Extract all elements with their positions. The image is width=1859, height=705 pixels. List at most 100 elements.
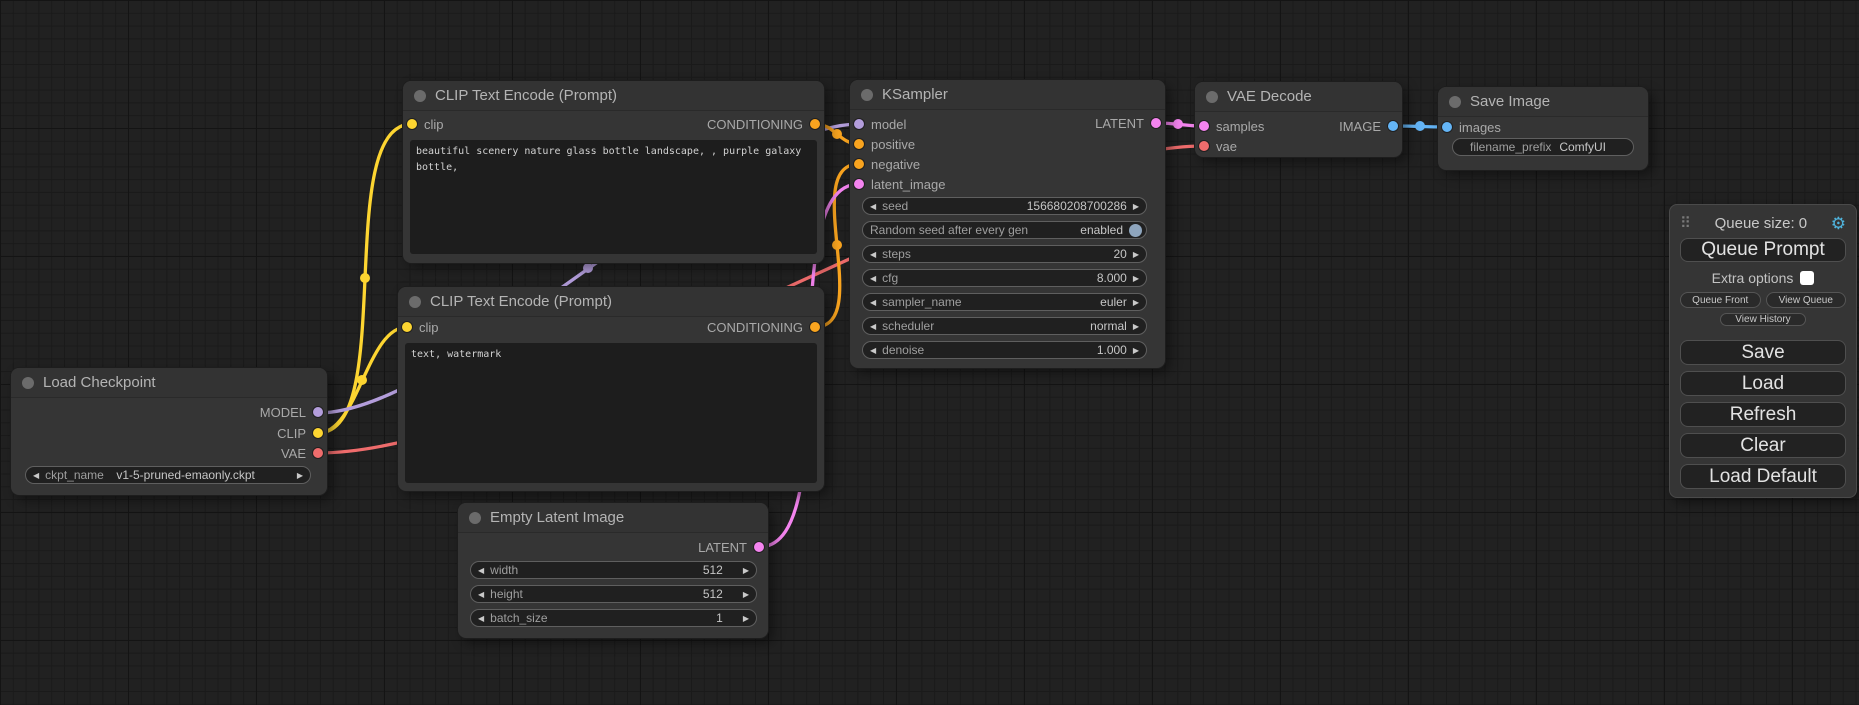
input-port-positive[interactable]: positive [854, 137, 915, 151]
input-port-clip[interactable]: clip [402, 320, 439, 334]
port-dot[interactable] [854, 119, 864, 129]
increment-arrow-icon[interactable]: ▶ [1133, 346, 1139, 355]
node-clip-text-encode-negative[interactable]: CLIP Text Encode (Prompt) clip CONDITION… [398, 287, 824, 491]
collapse-dot[interactable] [414, 90, 426, 102]
port-dot[interactable] [854, 139, 864, 149]
widget-sampler-name[interactable]: ◀ sampler_name euler ▶ [862, 293, 1147, 311]
widget-value[interactable]: 512 [703, 563, 723, 577]
view-history-button[interactable]: View History [1720, 313, 1806, 326]
decrement-arrow-icon[interactable]: ◀ [33, 471, 39, 480]
queue-front-button[interactable]: Queue Front [1680, 292, 1761, 308]
view-queue-button[interactable]: View Queue [1766, 292, 1847, 308]
output-port-latent[interactable]: LATENT [698, 540, 764, 554]
widget-ckpt-name[interactable]: ◀ ckpt_name v1-5-pruned-emaonly.ckpt ▶ [25, 466, 311, 484]
port-dot[interactable] [313, 407, 323, 417]
decrement-arrow-icon[interactable]: ◀ [870, 274, 876, 283]
widget-value[interactable]: 8.000 [1097, 271, 1127, 285]
increment-arrow-icon[interactable]: ▶ [1133, 202, 1139, 211]
input-port-vae[interactable]: vae [1199, 139, 1237, 153]
collapse-dot[interactable] [469, 512, 481, 524]
load-default-button[interactable]: Load Default [1680, 464, 1846, 489]
port-dot[interactable] [402, 322, 412, 332]
node-clip-text-encode-positive[interactable]: CLIP Text Encode (Prompt) clip CONDITION… [403, 81, 824, 263]
enabled-toggle[interactable] [1129, 224, 1142, 237]
port-dot[interactable] [1388, 121, 1398, 131]
widget-value[interactable]: euler [1100, 295, 1127, 309]
clear-button[interactable]: Clear [1680, 433, 1846, 458]
graph-canvas[interactable]: { "colors":{ "model":"#b39ddb", "clip":"… [0, 0, 1859, 705]
widget-value[interactable]: 1 [716, 611, 723, 625]
widget-value[interactable]: 1.000 [1097, 343, 1127, 357]
port-dot[interactable] [810, 322, 820, 332]
increment-arrow-icon[interactable]: ▶ [1133, 250, 1139, 259]
output-port-conditioning[interactable]: CONDITIONING [707, 320, 820, 334]
output-port-clip[interactable]: CLIP [277, 426, 323, 440]
input-port-samples[interactable]: samples [1199, 119, 1264, 133]
collapse-dot[interactable] [22, 377, 34, 389]
drag-handle-icon[interactable]: ⠿ [1680, 216, 1691, 231]
save-button[interactable]: Save [1680, 340, 1846, 365]
widget-random-seed[interactable]: Random seed after every gen enabled [862, 221, 1147, 239]
input-port-model[interactable]: model [854, 117, 906, 131]
increment-arrow-icon[interactable]: ▶ [1133, 322, 1139, 331]
port-dot[interactable] [1442, 122, 1452, 132]
collapse-dot[interactable] [1206, 91, 1218, 103]
port-dot[interactable] [810, 119, 820, 129]
widget-filename-prefix[interactable]: filename_prefix ComfyUI [1452, 138, 1634, 156]
increment-arrow-icon[interactable]: ▶ [297, 471, 303, 480]
widget-batch-size[interactable]: ◀ batch_size 1 ▶ [470, 609, 757, 627]
widget-value[interactable]: 156680208700286 [1027, 199, 1127, 213]
widget-width[interactable]: ◀ width 512 ▶ [470, 561, 757, 579]
settings-gear-icon[interactable]: ⚙ [1831, 215, 1846, 232]
widget-scheduler[interactable]: ◀ scheduler normal ▶ [862, 317, 1147, 335]
port-dot[interactable] [1199, 121, 1209, 131]
increment-arrow-icon[interactable]: ▶ [1133, 298, 1139, 307]
increment-arrow-icon[interactable]: ▶ [743, 566, 749, 575]
widget-value[interactable]: 512 [703, 587, 723, 601]
increment-arrow-icon[interactable]: ▶ [1133, 274, 1139, 283]
decrement-arrow-icon[interactable]: ◀ [870, 346, 876, 355]
node-save-image[interactable]: Save Image images filename_prefix ComfyU… [1438, 87, 1648, 170]
decrement-arrow-icon[interactable]: ◀ [870, 322, 876, 331]
output-port-latent[interactable]: LATENT [1095, 116, 1161, 130]
input-port-clip[interactable]: clip [407, 117, 444, 131]
widget-cfg[interactable]: ◀ cfg 8.000 ▶ [862, 269, 1147, 287]
input-port-images[interactable]: images [1442, 120, 1501, 134]
widget-height[interactable]: ◀ height 512 ▶ [470, 585, 757, 603]
node-empty-latent-image[interactable]: Empty Latent Image LATENT ◀ width 512 ▶ … [458, 503, 768, 638]
node-load-checkpoint[interactable]: Load Checkpoint MODEL CLIP VAE ◀ ckpt_na… [11, 368, 327, 495]
input-port-latent-image[interactable]: latent_image [854, 177, 945, 191]
output-port-conditioning[interactable]: CONDITIONING [707, 117, 820, 131]
queue-prompt-button[interactable]: Queue Prompt [1680, 238, 1846, 262]
load-button[interactable]: Load [1680, 371, 1846, 396]
port-dot[interactable] [1151, 118, 1161, 128]
port-dot[interactable] [313, 448, 323, 458]
collapse-dot[interactable] [861, 89, 873, 101]
decrement-arrow-icon[interactable]: ◀ [478, 590, 484, 599]
output-port-model[interactable]: MODEL [260, 405, 323, 419]
widget-seed[interactable]: ◀ seed 156680208700286 ▶ [862, 197, 1147, 215]
refresh-button[interactable]: Refresh [1680, 402, 1846, 427]
collapse-dot[interactable] [409, 296, 421, 308]
node-ksampler[interactable]: KSampler model positive negative latent_… [850, 80, 1165, 368]
widget-value[interactable]: v1-5-pruned-emaonly.ckpt [116, 468, 255, 482]
increment-arrow-icon[interactable]: ▶ [743, 614, 749, 623]
port-dot[interactable] [854, 179, 864, 189]
increment-arrow-icon[interactable]: ▶ [743, 590, 749, 599]
port-dot[interactable] [407, 119, 417, 129]
port-dot[interactable] [313, 428, 323, 438]
extra-options-checkbox[interactable] [1800, 271, 1814, 285]
collapse-dot[interactable] [1449, 96, 1461, 108]
port-dot[interactable] [754, 542, 764, 552]
widget-denoise[interactable]: ◀ denoise 1.000 ▶ [862, 341, 1147, 359]
decrement-arrow-icon[interactable]: ◀ [870, 250, 876, 259]
decrement-arrow-icon[interactable]: ◀ [478, 566, 484, 575]
port-dot[interactable] [1199, 141, 1209, 151]
output-port-image[interactable]: IMAGE [1339, 119, 1398, 133]
output-port-vae[interactable]: VAE [281, 446, 323, 460]
prompt-textarea[interactable]: text, watermark [405, 343, 817, 483]
widget-value[interactable]: ComfyUI [1559, 140, 1606, 154]
widget-steps[interactable]: ◀ steps 20 ▶ [862, 245, 1147, 263]
port-dot[interactable] [854, 159, 864, 169]
input-port-negative[interactable]: negative [854, 157, 920, 171]
